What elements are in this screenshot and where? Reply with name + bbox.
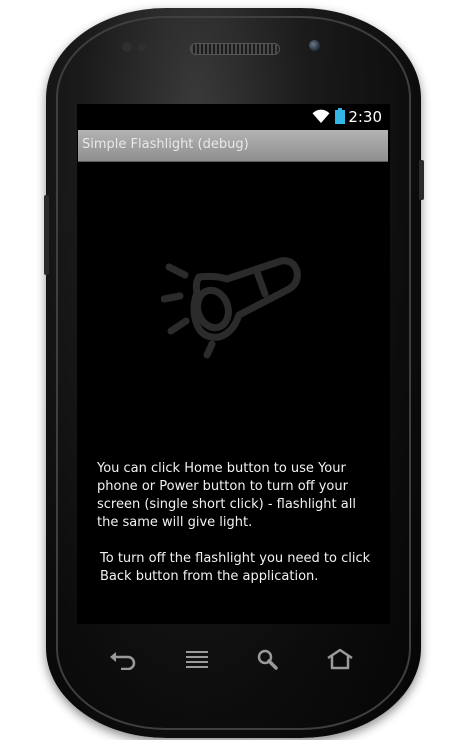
device-screen: 2:30 Simple Flashlight (debug) You can c… — [77, 104, 390, 624]
search-icon[interactable] — [252, 648, 282, 670]
back-icon[interactable] — [108, 648, 138, 670]
battery-icon — [335, 108, 345, 124]
flashlight-icon[interactable] — [161, 249, 306, 364]
power-key — [419, 160, 424, 200]
instructions-text: You can click Home button to use Your ph… — [97, 460, 377, 604]
proximity-sensor — [122, 42, 132, 52]
front-camera — [309, 40, 320, 51]
earpiece-speaker — [190, 43, 280, 55]
status-bar: 2:30 — [77, 104, 390, 129]
instruction-paragraph-2: To turn off the flashlight you need to c… — [100, 551, 371, 584]
volume-key — [44, 195, 49, 275]
status-time: 2:30 — [348, 108, 382, 126]
menu-icon[interactable] — [182, 648, 212, 670]
wifi-icon — [312, 109, 330, 123]
app-title-bar: Simple Flashlight (debug) — [78, 130, 388, 162]
home-icon[interactable] — [325, 648, 355, 670]
device-frame-stage: 2:30 Simple Flashlight (debug) You can c… — [0, 0, 467, 740]
light-sensor — [138, 43, 146, 51]
app-title: Simple Flashlight (debug) — [82, 137, 249, 152]
instruction-paragraph-1: You can click Home button to use Your ph… — [97, 461, 356, 530]
